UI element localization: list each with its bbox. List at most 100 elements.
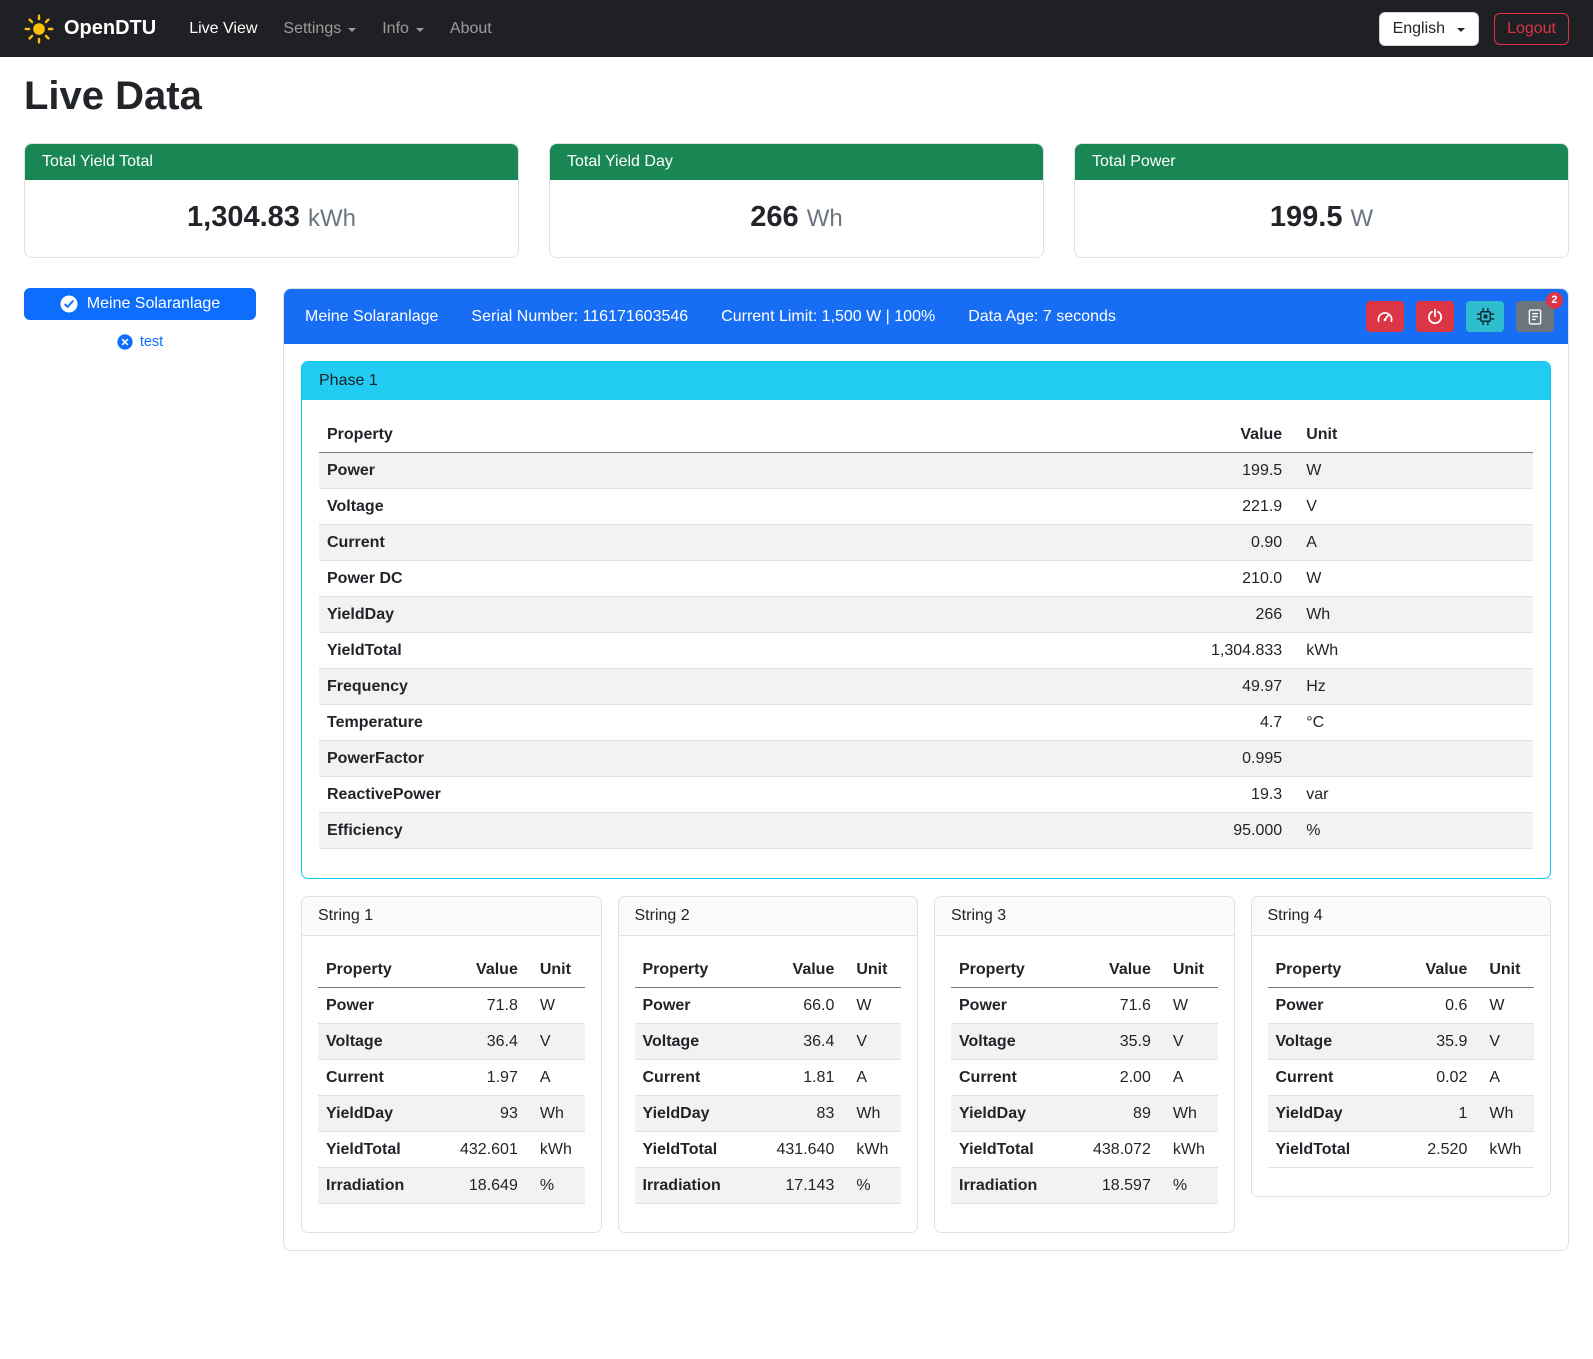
property-cell: Power [951,988,1074,1024]
unit-cell: Wh [1475,1096,1534,1132]
summary-card-unit: Wh [807,205,843,232]
string-1-card: String 1 Property Value Unit [301,896,602,1233]
unit-cell: % [842,1168,901,1204]
value-header: Value [441,952,526,988]
nav-item-live-view[interactable]: Live View [178,12,268,46]
inverter-select-button[interactable]: Meine Solaranlage [24,288,256,320]
table-row: YieldTotal2.520kWh [1268,1132,1535,1168]
value-cell: 66.0 [757,988,842,1024]
property-header: Property [319,417,1023,453]
unit-cell: Hz [1290,669,1533,705]
table-header-row: Property Value Unit [319,417,1533,453]
page-title: Live Data [24,74,1569,119]
power-button[interactable] [1416,301,1454,332]
table-row: Voltage35.9V [951,1024,1218,1060]
nav-item-info[interactable]: Info [371,12,435,46]
value-cell: 1.97 [441,1060,526,1096]
value-cell: 18.597 [1074,1168,1159,1204]
unit-cell: kWh [1159,1132,1218,1168]
unit-cell: kWh [526,1132,585,1168]
table-row: Power66.0W [635,988,902,1024]
table-row: YieldDay89Wh [951,1096,1218,1132]
unit-cell: W [1290,561,1533,597]
property-cell: Efficiency [319,813,1023,849]
x-circle-icon [117,334,133,350]
value-cell: 1.81 [757,1060,842,1096]
property-cell: YieldDay [1268,1096,1391,1132]
live-data-page: Live Data Total Yield Total 1,304.83kWh … [0,74,1593,1277]
table-row: YieldDay1Wh [1268,1096,1535,1132]
unit-cell: Wh [1290,597,1533,633]
nav-links: Live View Settings Info About [178,12,503,46]
inverter-panel-header: Meine Solaranlage Serial Number: 1161716… [284,289,1568,344]
table-header-row: Property Value Unit [1268,952,1535,988]
summary-card-unit: W [1350,205,1373,232]
table-row: Voltage36.4V [318,1024,585,1060]
language-selector[interactable]: English [1379,12,1479,46]
navbar-right: English Logout [1379,12,1569,46]
summary-card-value: 1,304.83 [187,201,300,233]
strings-row: String 1 Property Value Unit [301,896,1551,1233]
unit-cell: W [842,988,901,1024]
value-cell: 71.8 [441,988,526,1024]
table-row: Voltage221.9V [319,489,1533,525]
unit-cell: V [1159,1024,1218,1060]
property-cell: Irradiation [951,1168,1074,1204]
table-row: Current0.90A [319,525,1533,561]
property-cell: YieldDay [635,1096,758,1132]
unit-cell: W [1290,453,1533,489]
device-info-button[interactable] [1466,301,1504,332]
check-circle-icon [60,295,78,313]
unit-header: Unit [1475,952,1534,988]
value-cell: 0.995 [1023,741,1290,777]
value-cell: 89 [1074,1096,1159,1132]
table-row: Efficiency95.000% [319,813,1533,849]
event-log-button[interactable]: 2 [1516,301,1554,332]
inverter-item-test[interactable]: test [24,334,256,350]
logout-button[interactable]: Logout [1494,13,1569,45]
string-2-card: String 2 Property Value Unit [618,896,919,1233]
value-cell: 36.4 [441,1024,526,1060]
value-cell: 2.520 [1390,1132,1475,1168]
summary-card-value: 199.5 [1270,201,1343,233]
value-cell: 93 [441,1096,526,1132]
unit-cell: A [1290,525,1533,561]
unit-cell: A [1159,1060,1218,1096]
table-row: Frequency49.97Hz [319,669,1533,705]
string-3-card: String 3 Property Value Unit [934,896,1235,1233]
property-cell: Current [951,1060,1074,1096]
property-cell: YieldDay [951,1096,1074,1132]
chevron-down-icon [1457,28,1465,32]
unit-cell: var [1290,777,1533,813]
property-cell: YieldTotal [1268,1132,1391,1168]
value-header: Value [1390,952,1475,988]
table-row: PowerFactor0.995 [319,741,1533,777]
brand[interactable]: OpenDTU [24,14,156,44]
table-row: Current1.97A [318,1060,585,1096]
nav-item-settings[interactable]: Settings [272,12,367,46]
table-row: Power71.6W [951,988,1218,1024]
property-cell: Irradiation [318,1168,441,1204]
value-cell: 266 [1023,597,1290,633]
chevron-down-icon [416,28,424,32]
nav-item-about[interactable]: About [439,12,503,46]
property-cell: YieldTotal [635,1132,758,1168]
table-row: YieldTotal431.640kWh [635,1132,902,1168]
value-cell: 35.9 [1390,1024,1475,1060]
data-age: Data Age: 7 seconds [968,308,1116,326]
unit-cell: Wh [1159,1096,1218,1132]
unit-cell: W [1159,988,1218,1024]
limit-settings-button[interactable] [1366,301,1404,332]
value-cell: 1,304.833 [1023,633,1290,669]
table-header-row: Property Value Unit [951,952,1218,988]
string-table: Property Value Unit Power66.0W Voltage36… [635,952,902,1204]
string-table: Property Value Unit Power71.8W Voltage36… [318,952,585,1204]
unit-header: Unit [526,952,585,988]
inverter-select-label: Meine Solaranlage [87,295,220,313]
unit-cell: A [842,1060,901,1096]
value-cell: 95.000 [1023,813,1290,849]
value-cell: 71.6 [1074,988,1159,1024]
inverter-panel: Meine Solaranlage Serial Number: 1161716… [283,288,1569,1251]
phase-1-card: Phase 1 Property Value Unit [301,361,1551,879]
power-icon [1426,308,1444,326]
